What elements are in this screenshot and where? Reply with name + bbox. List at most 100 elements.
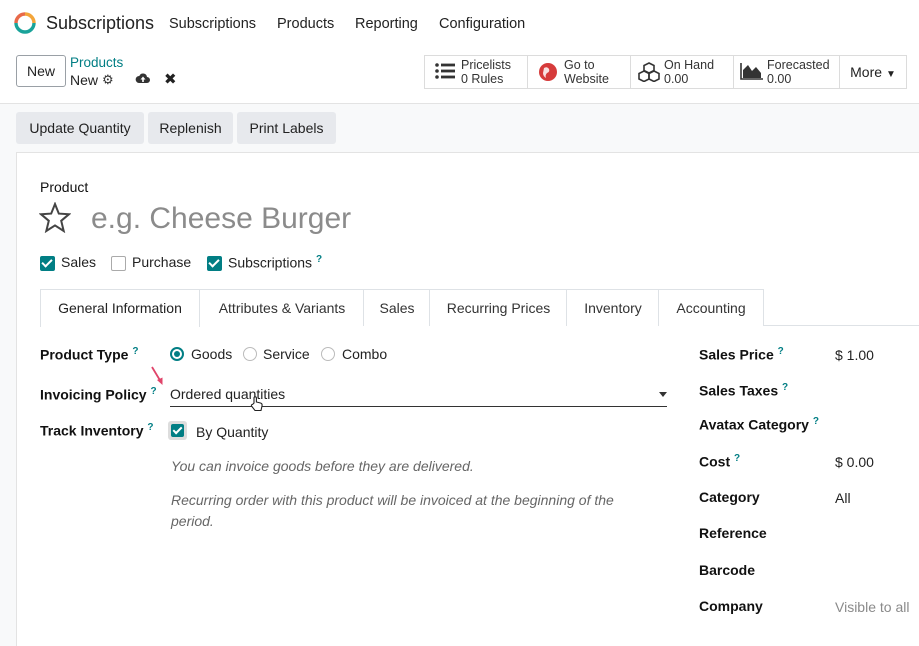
product-type-text: Product Type <box>40 346 129 363</box>
go-to-label: Go to <box>564 58 595 72</box>
barcode-field[interactable] <box>835 563 915 579</box>
subscriptions-text: Subscriptions <box>228 254 313 271</box>
breadcrumb-current: New <box>70 72 99 88</box>
help-icon[interactable]: ? <box>782 382 788 393</box>
purchase-checkbox[interactable] <box>111 256 126 271</box>
pricelists-button[interactable]: Pricelists 0 Rules <box>424 55 528 89</box>
help-icon[interactable]: ? <box>316 254 322 265</box>
cloud-upload-icon[interactable] <box>135 71 151 85</box>
caret-down-icon <box>659 392 667 397</box>
on-hand-label: On Hand <box>664 58 715 72</box>
menu-reporting[interactable]: Reporting <box>355 16 418 32</box>
help-icon[interactable]: ? <box>734 453 740 464</box>
update-quantity-button[interactable]: Update Quantity <box>16 112 144 144</box>
company-label: Company <box>699 598 763 614</box>
tab-inventory[interactable]: Inventory <box>566 289 660 326</box>
cost-field[interactable]: $ 0.00 <box>835 454 874 470</box>
category-field[interactable]: All <box>835 490 851 506</box>
invoicing-policy-label: Invoicing Policy ? <box>40 386 157 403</box>
more-button[interactable]: More ▼ <box>839 55 907 89</box>
new-button[interactable]: New <box>16 55 66 87</box>
more-label: More <box>850 64 883 80</box>
subscriptions-checkbox[interactable] <box>207 256 222 271</box>
reference-label: Reference <box>699 525 767 541</box>
tab-recurring-prices[interactable]: Recurring Prices <box>429 289 568 326</box>
combo-radio[interactable] <box>321 347 335 361</box>
control-panel: New Products New ⚙ ✖ Pricelists 0 Rules … <box>0 46 919 104</box>
invoicing-policy-value: Ordered quantities <box>170 386 286 402</box>
menu-products[interactable]: Products <box>277 16 334 32</box>
star-icon[interactable] <box>39 202 71 233</box>
track-inventory-checkbox[interactable] <box>168 421 187 440</box>
product-label: Product <box>40 179 89 195</box>
forecasted-label: Forecasted <box>767 58 830 72</box>
sales-checkbox-label: Sales <box>61 254 97 270</box>
sales-price-field[interactable]: $ 1.00 <box>835 347 874 363</box>
sales-taxes-field[interactable] <box>835 383 915 399</box>
forecasted-button[interactable]: Forecasted 0.00 <box>733 55 840 89</box>
sales-taxes-text: Sales Taxes <box>699 382 779 399</box>
tab-sales[interactable]: Sales <box>363 289 431 326</box>
pricelists-label: Pricelists <box>461 58 512 72</box>
category-label: Category <box>699 489 760 505</box>
go-to-website-button[interactable]: Go to Website <box>527 55 631 89</box>
track-inventory-label: Track Inventory ? <box>40 422 154 439</box>
area-chart-icon <box>740 63 763 80</box>
globe-icon <box>539 63 557 81</box>
sales-price-label: Sales Price ? <box>699 346 784 363</box>
sales-price-text: Sales Price <box>699 346 774 363</box>
cost-text: Cost <box>699 453 731 470</box>
service-radio-label: Service <box>263 346 310 362</box>
on-hand-button[interactable]: On Hand 0.00 <box>630 55 734 89</box>
service-radio[interactable] <box>243 347 257 361</box>
top-navbar: Subscriptions Subscriptions Products Rep… <box>0 0 919 47</box>
forecasted-value: 0.00 <box>767 72 792 86</box>
product-type-label: Product Type ? <box>40 346 138 363</box>
invoicing-policy-text: Invoicing Policy <box>40 386 147 403</box>
purchase-checkbox-label: Purchase <box>132 254 192 270</box>
sales-checkbox[interactable] <box>40 256 55 271</box>
on-hand-value: 0.00 <box>664 72 689 86</box>
subscriptions-checkbox-label: Subscriptions ? <box>228 254 322 271</box>
product-name-input[interactable]: e.g. Cheese Burger <box>91 202 351 236</box>
invoicing-policy-select[interactable]: Ordered quantities <box>170 386 667 407</box>
help-icon[interactable]: ? <box>778 346 784 357</box>
hand-cursor-icon <box>250 396 263 412</box>
gear-icon[interactable]: ⚙ <box>102 72 114 88</box>
list-icon <box>435 63 455 79</box>
cost-label: Cost ? <box>699 453 740 470</box>
help-icon[interactable]: ? <box>813 416 819 427</box>
menu-subscriptions[interactable]: Subscriptions <box>169 16 256 32</box>
barcode-label: Barcode <box>699 562 756 578</box>
print-labels-button[interactable]: Print Labels <box>237 112 336 144</box>
pricelists-value: 0 Rules <box>461 72 504 86</box>
tab-attributes-variants[interactable]: Attributes & Variants <box>199 289 365 326</box>
help-icon[interactable]: ? <box>147 422 153 433</box>
by-quantity-label: By Quantity <box>196 424 269 440</box>
website-label: Website <box>564 72 609 86</box>
recurring-hint: Recurring order with this product will b… <box>171 492 614 529</box>
goods-radio-label: Goods <box>191 346 233 362</box>
avatax-category-label: Avatax Category ? <box>699 416 819 433</box>
track-inventory-text: Track Inventory <box>40 422 144 439</box>
replenish-button[interactable]: Replenish <box>148 112 233 144</box>
reference-field[interactable] <box>835 526 915 542</box>
caret-down-icon: ▼ <box>885 69 896 80</box>
discard-icon[interactable]: ✖ <box>164 70 177 88</box>
arrow-annotation-icon <box>151 366 163 385</box>
tab-accounting[interactable]: Accounting <box>658 289 764 326</box>
app-logo-icon[interactable] <box>14 12 36 34</box>
tab-general-information[interactable]: General Information <box>40 289 200 327</box>
avatax-category-text: Avatax Category <box>699 416 809 433</box>
company-field[interactable]: Visible to all <box>835 599 909 615</box>
cubes-icon <box>638 62 660 82</box>
combo-radio-label: Combo <box>342 346 388 362</box>
help-icon[interactable]: ? <box>132 346 138 357</box>
invoice-hint: You can invoice goods before they are de… <box>171 458 474 474</box>
breadcrumb-products[interactable]: Products <box>70 55 123 70</box>
sales-taxes-label: Sales Taxes ? <box>699 382 788 399</box>
menu-configuration[interactable]: Configuration <box>439 16 525 32</box>
goods-radio[interactable] <box>170 347 184 361</box>
avatax-category-field[interactable] <box>835 417 915 433</box>
app-name[interactable]: Subscriptions <box>46 13 154 34</box>
